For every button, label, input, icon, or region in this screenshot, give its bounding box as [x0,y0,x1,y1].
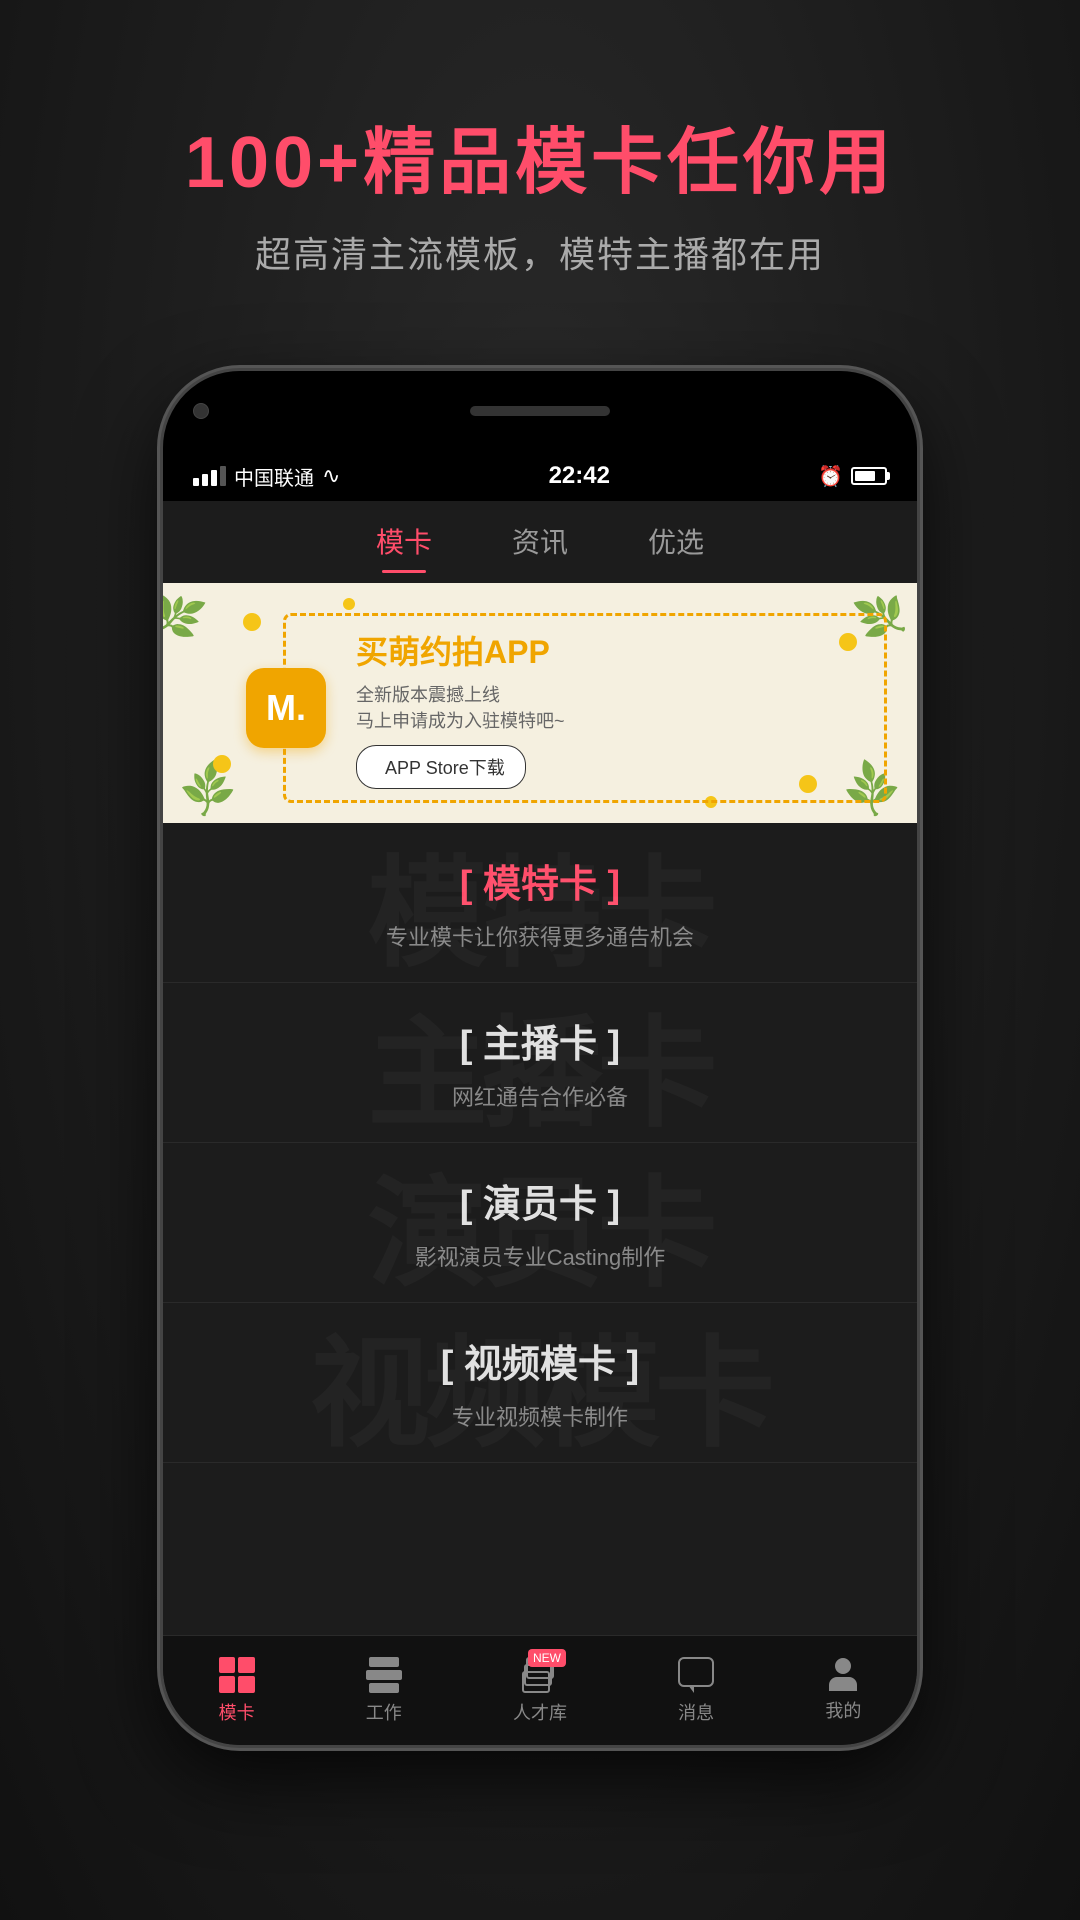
tab-youxuan[interactable]: 优选 [648,521,704,573]
status-right: ⏰ [818,464,887,489]
signal-bar-3 [211,470,217,486]
nav-item-talent[interactable]: NEW 人才库 [513,1657,567,1725]
stack-icon-wrapper: NEW [522,1657,558,1693]
carrier-name: 中国联通 [234,462,314,491]
phone-wrapper: 中国联通 ∿ 22:42 ⏰ 模卡 资讯 优 [0,368,1080,1748]
tab-news[interactable]: 资讯 [512,521,568,573]
nav-label-message: 消息 [678,1699,714,1725]
card-mote[interactable]: 模特卡 [ 模特卡 ] 专业模卡让你获得更多通告机会 [163,823,917,983]
banner-app-name: 买萌约拍APP [356,627,864,673]
battery-fill [855,471,875,481]
app-logo: M. [246,668,326,748]
watermark-yanyuan: 演员卡 [368,1136,713,1310]
nav-label-moka: 模卡 [219,1699,255,1725]
battery-icon [851,467,887,485]
leaf-2: 🌿 [175,757,242,823]
leaf-1: 🌿 [163,586,209,647]
status-bar: 中国联通 ∿ 22:42 ⏰ [163,451,917,501]
nav-item-moka[interactable]: 模卡 [219,1657,255,1725]
signal-bar-2 [202,474,208,486]
signal-bar-1 [193,478,199,486]
layers-icon [366,1657,402,1693]
nav-label-work: 工作 [366,1699,402,1725]
watermark-video: 视频模卡 [310,1296,770,1470]
promo-section: 100+精品模卡任你用 超高清主流模板，模特主播都在用 [0,0,1080,338]
download-button[interactable]: APP Store下载 [356,745,526,789]
signal-bars [193,466,226,486]
chat-icon [678,1657,714,1687]
banner-desc1: 全新版本震撼上线 [356,681,864,707]
status-time: 22:42 [549,462,610,490]
card-yanyuan[interactable]: 演员卡 [ 演员卡 ] 影视演员专业Casting制作 [163,1143,917,1303]
phone-screen: 模卡 资讯 优选 🌿 🌿 🌿 🌿 [163,501,917,1745]
promo-title: 100+精品模卡任你用 [0,120,1080,206]
grid-icon [219,1657,255,1693]
card-zhubo[interactable]: 主播卡 [ 主播卡 ] 网红通告合作必备 [163,983,917,1143]
watermark-zhubo: 主播卡 [368,976,713,1150]
status-left: 中国联通 ∿ [193,462,340,491]
nav-label-talent: 人才库 [513,1699,567,1725]
nav-item-message[interactable]: 消息 [678,1657,714,1725]
dot-5 [343,598,355,610]
dot-2 [213,755,231,773]
bottom-navigation: 模卡 工作 [163,1635,917,1745]
nav-tabs: 模卡 资讯 优选 [163,501,917,583]
wifi-icon: ∿ [322,463,340,489]
dot-1 [243,613,261,631]
speaker [470,406,610,416]
nav-label-profile: 我的 [825,1697,861,1723]
banner-desc2: 马上申请成为入驻模特吧~ [356,707,864,733]
front-camera [193,403,209,419]
promo-banner[interactable]: 🌿 🌿 🌿 🌿 M. 买萌约拍APP 全新版本震撼上线 马上申请成为入驻模特吧~ [163,583,917,823]
card-video[interactable]: 视频模卡 [ 视频模卡 ] 专业视频模卡制作 [163,1303,917,1463]
tab-moka[interactable]: 模卡 [376,521,432,573]
nav-item-profile[interactable]: 我的 [825,1658,861,1723]
new-badge: NEW [528,1649,566,1667]
signal-bar-4 [220,466,226,486]
phone-frame: 中国联通 ∿ 22:42 ⏰ 模卡 资讯 优 [160,368,920,1748]
nav-item-work[interactable]: 工作 [366,1657,402,1725]
promo-subtitle: 超高清主流模板，模特主播都在用 [0,226,1080,278]
phone-notch [163,371,917,451]
banner-content: M. 买萌约拍APP 全新版本震撼上线 马上申请成为入驻模特吧~ APP Sto… [283,613,887,803]
watermark-mote: 模特卡 [368,816,713,990]
alarm-icon: ⏰ [818,464,843,489]
app-logo-letter: M. [266,687,306,729]
person-icon [829,1658,857,1691]
download-label: APP Store下载 [385,754,505,780]
